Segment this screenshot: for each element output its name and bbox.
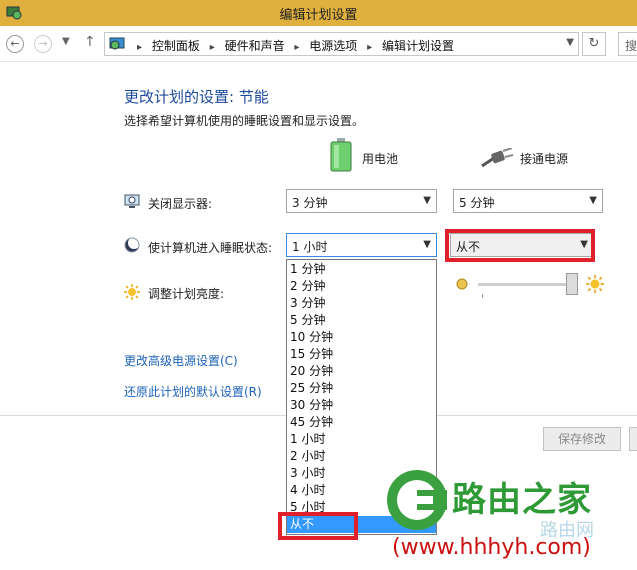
dropdown-option[interactable]: 2 分钟 xyxy=(290,278,325,295)
display-off-battery-select[interactable]: 3 分钟 ▼ xyxy=(286,189,437,213)
highlight-box-dropdown xyxy=(278,512,358,540)
recent-pages-chevron-icon[interactable]: ▼ xyxy=(62,36,70,47)
brightness-low-icon xyxy=(456,278,468,290)
breadcrumb: ▸ 控制面板 ▸ 硬件和声音 ▸ 电源选项 ▸ 编辑计划设置 xyxy=(137,39,454,53)
restore-defaults-link[interactable]: 还原此计划的默认设置(R) xyxy=(124,383,262,400)
monitor-icon xyxy=(124,194,140,208)
watermark-url: (www.hhhyh.com) xyxy=(392,535,591,560)
address-bar[interactable]: ▸ 控制面板 ▸ 硬件和声音 ▸ 电源选项 ▸ 编辑计划设置 ▼ xyxy=(104,32,579,56)
slider-tick xyxy=(482,294,483,298)
dropdown-option[interactable]: 30 分钟 xyxy=(290,397,333,414)
dropdown-option[interactable]: 3 小时 xyxy=(290,465,325,482)
save-button[interactable]: 保存修改 xyxy=(543,427,621,451)
sleep-label: 使计算机进入睡眠状态: xyxy=(148,241,273,255)
display-off-battery-value: 3 分钟 xyxy=(292,196,328,210)
brightness-high-icon xyxy=(586,275,604,293)
title-bar: 编辑计划设置 xyxy=(0,0,637,26)
sleep-moon-icon xyxy=(124,237,140,253)
dropdown-option[interactable]: 25 分钟 xyxy=(290,380,333,397)
back-icon[interactable]: ← xyxy=(6,35,24,53)
breadcrumb-item-power-options[interactable]: 电源选项 xyxy=(309,39,357,53)
dropdown-option[interactable]: 3 分钟 xyxy=(290,295,325,312)
up-icon[interactable]: ↑ xyxy=(84,34,96,50)
display-off-label: 关闭显示器: xyxy=(148,197,213,211)
dropdown-option[interactable]: 45 分钟 xyxy=(290,414,333,431)
router-logo-icon xyxy=(387,470,447,530)
chevron-down-icon: ▼ xyxy=(589,195,597,206)
brightness-slider-thumb[interactable] xyxy=(566,273,578,295)
brightness-label: 调整计划亮度: xyxy=(148,287,225,301)
dropdown-option[interactable]: 15 分钟 xyxy=(290,346,333,363)
breadcrumb-item-edit-plan[interactable]: 编辑计划设置 xyxy=(382,39,454,53)
forward-icon[interactable]: → xyxy=(34,35,52,53)
brightness-slider-track[interactable] xyxy=(478,283,570,286)
dropdown-option[interactable]: 1 小时 xyxy=(290,431,325,448)
breadcrumb-item-hardware-sound[interactable]: 硬件和声音 xyxy=(225,39,285,53)
dropdown-option[interactable]: 1 分钟 xyxy=(290,261,325,278)
refresh-icon[interactable]: ↻ xyxy=(582,32,606,56)
dropdown-option[interactable]: 2 小时 xyxy=(290,448,325,465)
watermark-brand: 路由之家 xyxy=(452,480,592,520)
control-panel-icon xyxy=(109,37,125,50)
address-dropdown-icon[interactable]: ▼ xyxy=(566,37,574,48)
brightness-sun-icon xyxy=(124,284,140,300)
dropdown-option[interactable]: 5 分钟 xyxy=(290,312,325,329)
chevron-down-icon: ▼ xyxy=(423,239,431,250)
display-off-plugged-select[interactable]: 5 分钟 ▼ xyxy=(453,189,603,213)
highlight-box-plugged xyxy=(445,229,595,262)
display-off-plugged-value: 5 分钟 xyxy=(459,196,495,210)
plugged-column-label: 接通电源 xyxy=(520,152,569,166)
navigation-bar: ← → ▼ ↑ ▸ 控制面板 ▸ 硬件和声音 ▸ 电源选项 ▸ 编辑计划设置 ▼… xyxy=(0,26,637,62)
battery-icon xyxy=(330,138,352,172)
advanced-power-settings-link[interactable]: 更改高级电源设置(C) xyxy=(124,352,238,369)
cancel-button[interactable] xyxy=(629,427,637,451)
battery-column-label: 用电池 xyxy=(362,152,399,166)
chevron-down-icon: ▼ xyxy=(423,195,431,206)
breadcrumb-item-control-panel[interactable]: 控制面板 xyxy=(152,39,200,53)
window-title: 编辑计划设置 xyxy=(279,8,358,23)
dropdown-option[interactable]: 10 分钟 xyxy=(290,329,333,346)
plug-icon xyxy=(481,148,514,168)
page-subtitle: 选择希望计算机使用的睡眠设置和显示设置。 xyxy=(124,114,365,128)
sleep-battery-value: 1 小时 xyxy=(292,240,328,254)
page-title: 更改计划的设置: 节能 xyxy=(124,88,269,106)
dropdown-option[interactable]: 4 小时 xyxy=(290,482,325,499)
dropdown-option[interactable]: 20 分钟 xyxy=(290,363,333,380)
sleep-battery-select[interactable]: 1 小时 ▼ xyxy=(286,233,437,257)
search-input[interactable]: 搜 xyxy=(618,32,637,56)
